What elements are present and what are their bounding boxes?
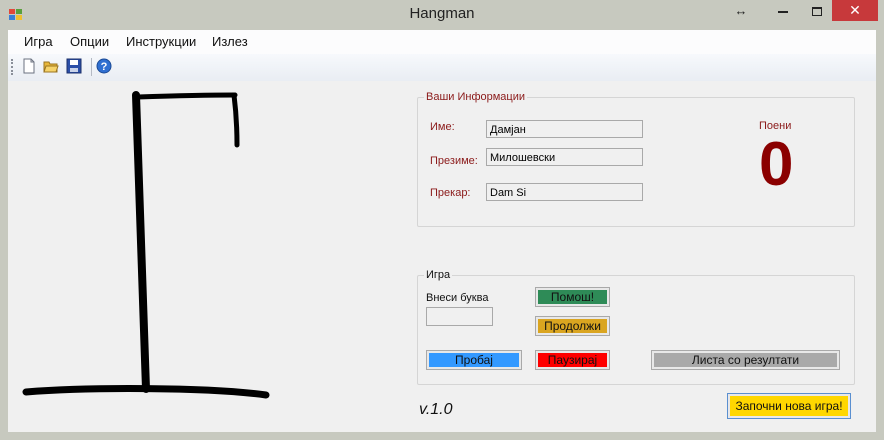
app-window: Hangman ↔ ✕ Игра Опции Инструкции Излез xyxy=(0,0,884,440)
client-area: Игра Опции Инструкции Излез ? Ваши Инфор… xyxy=(8,30,876,432)
new-file-icon[interactable] xyxy=(21,58,37,74)
open-folder-icon[interactable] xyxy=(43,58,59,74)
help-icon[interactable]: ? xyxy=(96,58,112,74)
name-label: Име: xyxy=(430,121,455,133)
continue-button[interactable]: Продолжи xyxy=(535,316,610,336)
letter-label: Внеси буква xyxy=(426,292,489,304)
pause-button[interactable]: Паузирај xyxy=(535,350,610,370)
minimize-button[interactable] xyxy=(770,0,796,22)
menu-item-instructions[interactable]: Инструкции xyxy=(126,34,196,49)
minimize-icon xyxy=(778,10,788,13)
menu-item-options[interactable]: Опции xyxy=(70,34,109,49)
help-button[interactable]: Помош! xyxy=(535,287,610,307)
menu-item-game[interactable]: Игра xyxy=(24,34,53,49)
menu-bar: Игра Опции Инструкции Излез xyxy=(8,30,876,54)
nickname-label: Прекар: xyxy=(430,187,471,199)
maximize-button[interactable] xyxy=(804,0,830,22)
save-icon[interactable] xyxy=(66,58,82,74)
letter-input[interactable] xyxy=(426,307,493,326)
toolbar-separator xyxy=(91,58,92,76)
title-bar: Hangman ↔ ✕ xyxy=(0,0,884,30)
svg-text:?: ? xyxy=(101,61,108,73)
name-field[interactable]: Дамјан xyxy=(486,120,643,138)
new-game-button[interactable]: Започни нова игра! xyxy=(727,393,851,419)
version-label: v.1.0 xyxy=(419,401,453,418)
surname-label: Презиме: xyxy=(430,155,478,167)
gallows-drawing xyxy=(22,91,270,399)
close-icon: ✕ xyxy=(849,2,861,18)
surname-field[interactable]: Милошевски xyxy=(486,148,643,166)
resize-icon[interactable]: ↔ xyxy=(728,0,754,22)
toolbar-grip[interactable] xyxy=(11,59,15,75)
nickname-field[interactable]: Dam Si xyxy=(486,183,643,201)
results-list-button[interactable]: Листа со резултати xyxy=(651,350,840,370)
close-button[interactable]: ✕ xyxy=(832,0,878,21)
score-value: 0 xyxy=(759,130,794,199)
try-button[interactable]: Пробај xyxy=(426,350,522,370)
menu-item-exit[interactable]: Излез xyxy=(212,34,248,49)
toolbar: ? xyxy=(8,54,876,81)
maximize-icon xyxy=(812,7,822,17)
game-canvas: Ваши Информации Име: Дамјан Презиме: Мил… xyxy=(8,81,876,432)
player-info-legend: Ваши Информации xyxy=(426,91,526,103)
game-legend: Игра xyxy=(426,269,451,281)
